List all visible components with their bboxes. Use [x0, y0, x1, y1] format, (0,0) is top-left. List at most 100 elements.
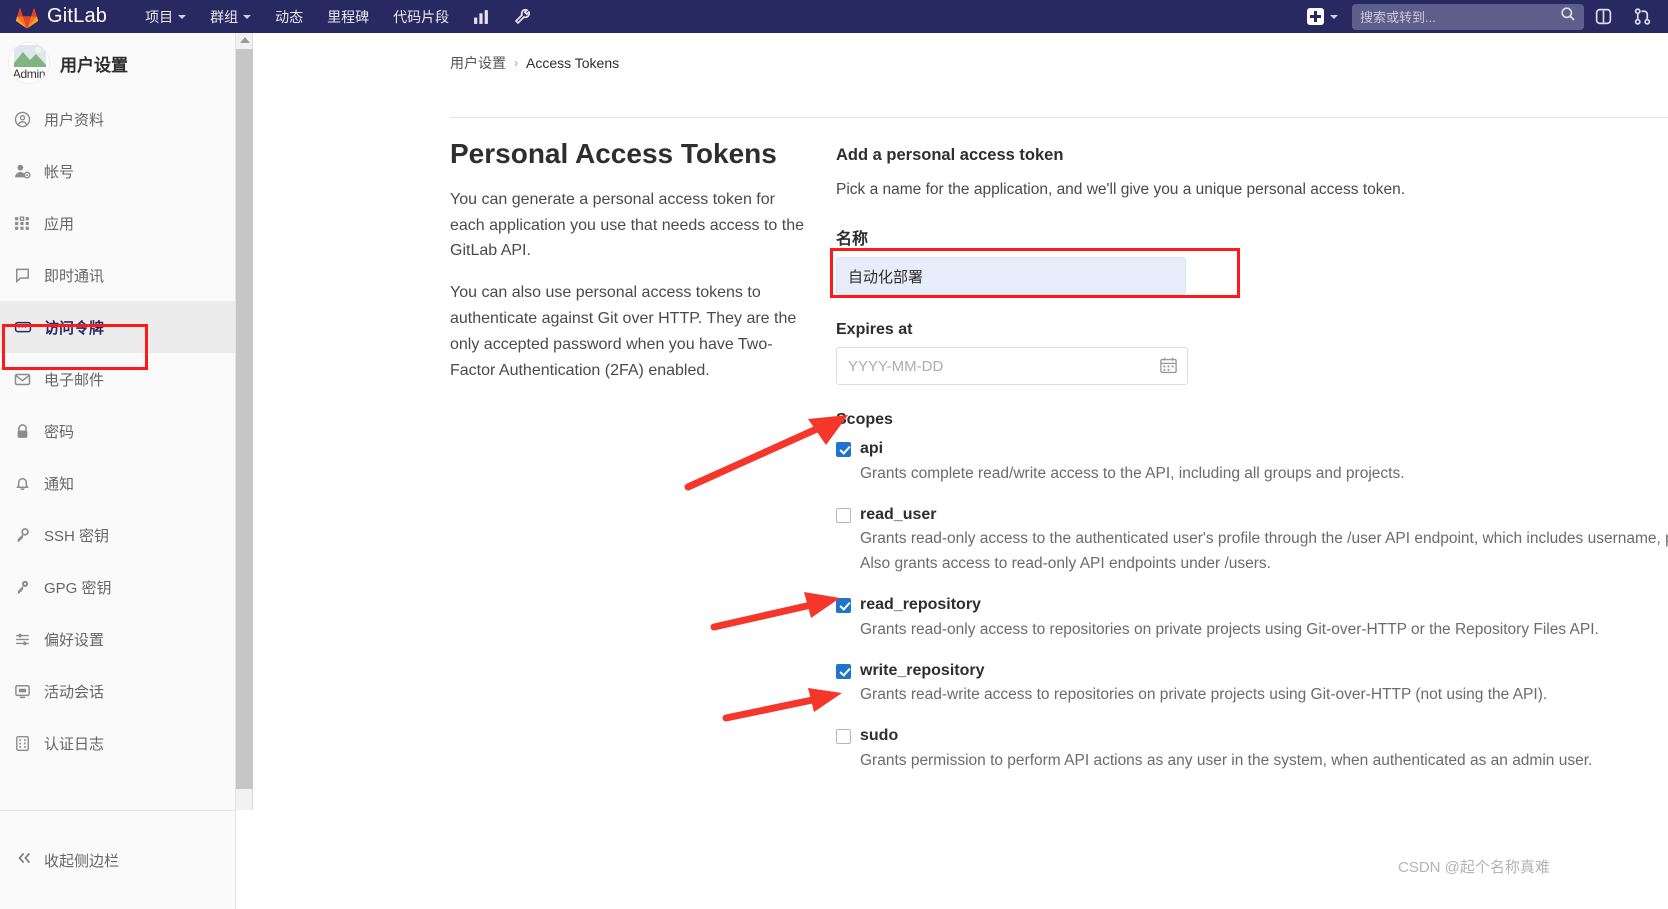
top-menu-item-milestones[interactable]: 里程碑 [315, 1, 381, 33]
scope-checkbox-api[interactable] [836, 442, 851, 457]
breadcrumb-separator-icon: › [514, 56, 518, 70]
log-icon [14, 735, 36, 752]
sidebar-item-chat[interactable]: 即时通讯 [0, 249, 235, 301]
expires-field-label: Expires at [836, 321, 913, 338]
scopes-label: Scopes [836, 411, 893, 428]
gitlab-brand-text: GitLab [47, 5, 108, 27]
sidebar-item-label: 通知 [44, 475, 75, 493]
preferences-icon [14, 631, 36, 648]
avatar-label: Admin [12, 67, 46, 81]
scope-description: Grants complete read/write access to the… [860, 464, 1405, 482]
top-menu-item-projects[interactable]: 项目 [133, 1, 198, 33]
sidebar-item-authentication-log[interactable]: 认证日志 [0, 717, 235, 769]
sidebar-item-label: 帐号 [44, 163, 75, 181]
scope-checkbox-read-user[interactable] [836, 507, 851, 523]
collapse-sidebar-button[interactable]: 收起侧边栏 [0, 810, 236, 909]
mail-icon [14, 371, 36, 388]
scope-row-sudo: sudo Grants permission to perform API ac… [836, 726, 1668, 774]
sidebar-item-account[interactable]: 帐号 [0, 145, 235, 197]
sidebar-item-label: SSH 密钥 [44, 527, 110, 545]
analytics-chart-icon[interactable] [461, 2, 502, 31]
breadcrumb-root[interactable]: 用户设置 [450, 53, 506, 73]
sidebar-item-access-tokens[interactable]: 访问令牌 [0, 301, 235, 353]
scope-checkbox-read-repository[interactable] [836, 597, 851, 613]
chat-icon [14, 267, 36, 284]
avatar[interactable]: Admin [8, 42, 50, 84]
breadcrumb-divider [450, 117, 1668, 118]
breadcrumb-current[interactable]: Access Tokens [526, 55, 619, 71]
admin-wrench-icon[interactable] [502, 2, 543, 31]
sidebar-item-preferences[interactable]: 偏好设置 [0, 613, 235, 665]
merge-requests-icon[interactable] [1623, 3, 1662, 30]
sidebar-item-label: 偏好设置 [44, 631, 105, 649]
sidebar-item-notifications[interactable]: 通知 [0, 457, 235, 509]
top-menu: 项目 群组 动态 里程碑 代码片段 [133, 1, 543, 33]
sidebar-item-label: 应用 [44, 215, 75, 233]
scope-header: write_repository [836, 661, 1668, 682]
scope-checkbox-sudo[interactable] [836, 729, 851, 745]
top-menu-label: 动态 [275, 8, 304, 25]
sidebar-item-applications[interactable]: 应用 [0, 197, 235, 249]
sidebar-item-profile[interactable]: 用户资料 [0, 93, 235, 145]
scope-checkbox-write-repository[interactable] [836, 663, 851, 679]
scope-row-read-user: read_user Grants read-only access to the… [836, 505, 1668, 577]
collapse-sidebar-label: 收起侧边栏 [44, 852, 120, 870]
breadcrumb: 用户设置 › Access Tokens [254, 33, 1668, 73]
new-item-button[interactable] [1297, 4, 1348, 29]
token-name-input[interactable] [836, 257, 1186, 295]
sidebar: Admin 用户设置 用户资料 帐号 应用 即时通讯 访问令牌 电子邮件 密码 … [0, 33, 236, 810]
sidebar-scrollbar[interactable] [236, 33, 253, 810]
top-menu-label: 代码片段 [393, 8, 450, 25]
expires-at-input[interactable] [836, 347, 1188, 385]
scope-row-read-repository: read_repository Grants read-only access … [836, 595, 1668, 643]
scope-name: api [860, 440, 884, 457]
scrollbar-thumb[interactable] [236, 49, 253, 789]
calendar-icon[interactable] [1159, 356, 1178, 380]
sidebar-item-label: 密码 [44, 423, 75, 441]
top-menu-label: 群组 [210, 8, 239, 25]
page-paragraph-1: You can generate a personal access token… [450, 190, 805, 260]
sidebar-item-password[interactable]: 密码 [0, 405, 235, 457]
bell-icon [14, 475, 36, 492]
top-menu-item-groups[interactable]: 群组 [198, 1, 263, 33]
search-icon [1560, 6, 1576, 27]
sidebar-item-label: 访问令牌 [44, 319, 105, 337]
sidebar-header: Admin 用户设置 [0, 33, 235, 93]
chevrons-left-icon [16, 850, 34, 871]
page-title: Personal Access Tokens [450, 138, 777, 169]
top-menu-item-activity[interactable]: 动态 [263, 1, 315, 33]
gitlab-tanuki-icon [14, 5, 40, 29]
top-menu-label: 项目 [145, 8, 174, 25]
scope-description: Grants permission to perform API actions… [860, 751, 1593, 769]
search-input[interactable]: 搜索或转到... [1352, 3, 1584, 30]
avatar-image [14, 45, 46, 67]
top-menu-item-snippets[interactable]: 代码片段 [381, 1, 461, 33]
scope-row-api: api Grants complete read/write access to… [836, 439, 1668, 487]
scroll-up-icon[interactable] [239, 37, 250, 43]
scope-header: sudo [836, 726, 1668, 747]
main-content: 用户设置 › Access Tokens Personal Access Tok… [254, 33, 1668, 909]
sidebar-item-label: 活动会话 [44, 683, 105, 701]
sidebar-item-active-sessions[interactable]: 活动会话 [0, 665, 235, 717]
sidebar-item-ssh-keys[interactable]: SSH 密钥 [0, 509, 235, 561]
expires-field-group [836, 347, 1188, 385]
sidebar-item-label: 认证日志 [44, 735, 105, 753]
scope-description: Grants read-write access to repositories… [860, 686, 1548, 704]
lock-icon [14, 423, 36, 440]
watermark: CSDN @起个名称真难 [1398, 859, 1550, 876]
sidebar-item-label: GPG 密钥 [44, 579, 112, 597]
sidebar-item-emails[interactable]: 电子邮件 [0, 353, 235, 405]
form-title: Add a personal access token [836, 146, 1064, 164]
sidebar-item-gpg-keys[interactable]: GPG 密钥 [0, 561, 235, 613]
top-navbar-right: 搜索或转到... [1297, 3, 1668, 30]
sidebar-item-label: 用户资料 [44, 111, 105, 129]
issues-icon[interactable] [1584, 3, 1623, 30]
top-navbar: GitLab 项目 群组 动态 里程碑 代码片段 搜索或转到... [0, 0, 1668, 33]
gitlab-logo-link[interactable]: GitLab [14, 5, 107, 29]
form-subtitle: Pick a name for the application, and we'… [836, 181, 1406, 198]
search-placeholder: 搜索或转到... [1360, 10, 1436, 25]
scope-name: write_repository [860, 661, 985, 679]
applications-icon [14, 215, 36, 232]
sidebar-item-label: 即时通讯 [44, 267, 105, 285]
profile-icon [14, 111, 36, 128]
